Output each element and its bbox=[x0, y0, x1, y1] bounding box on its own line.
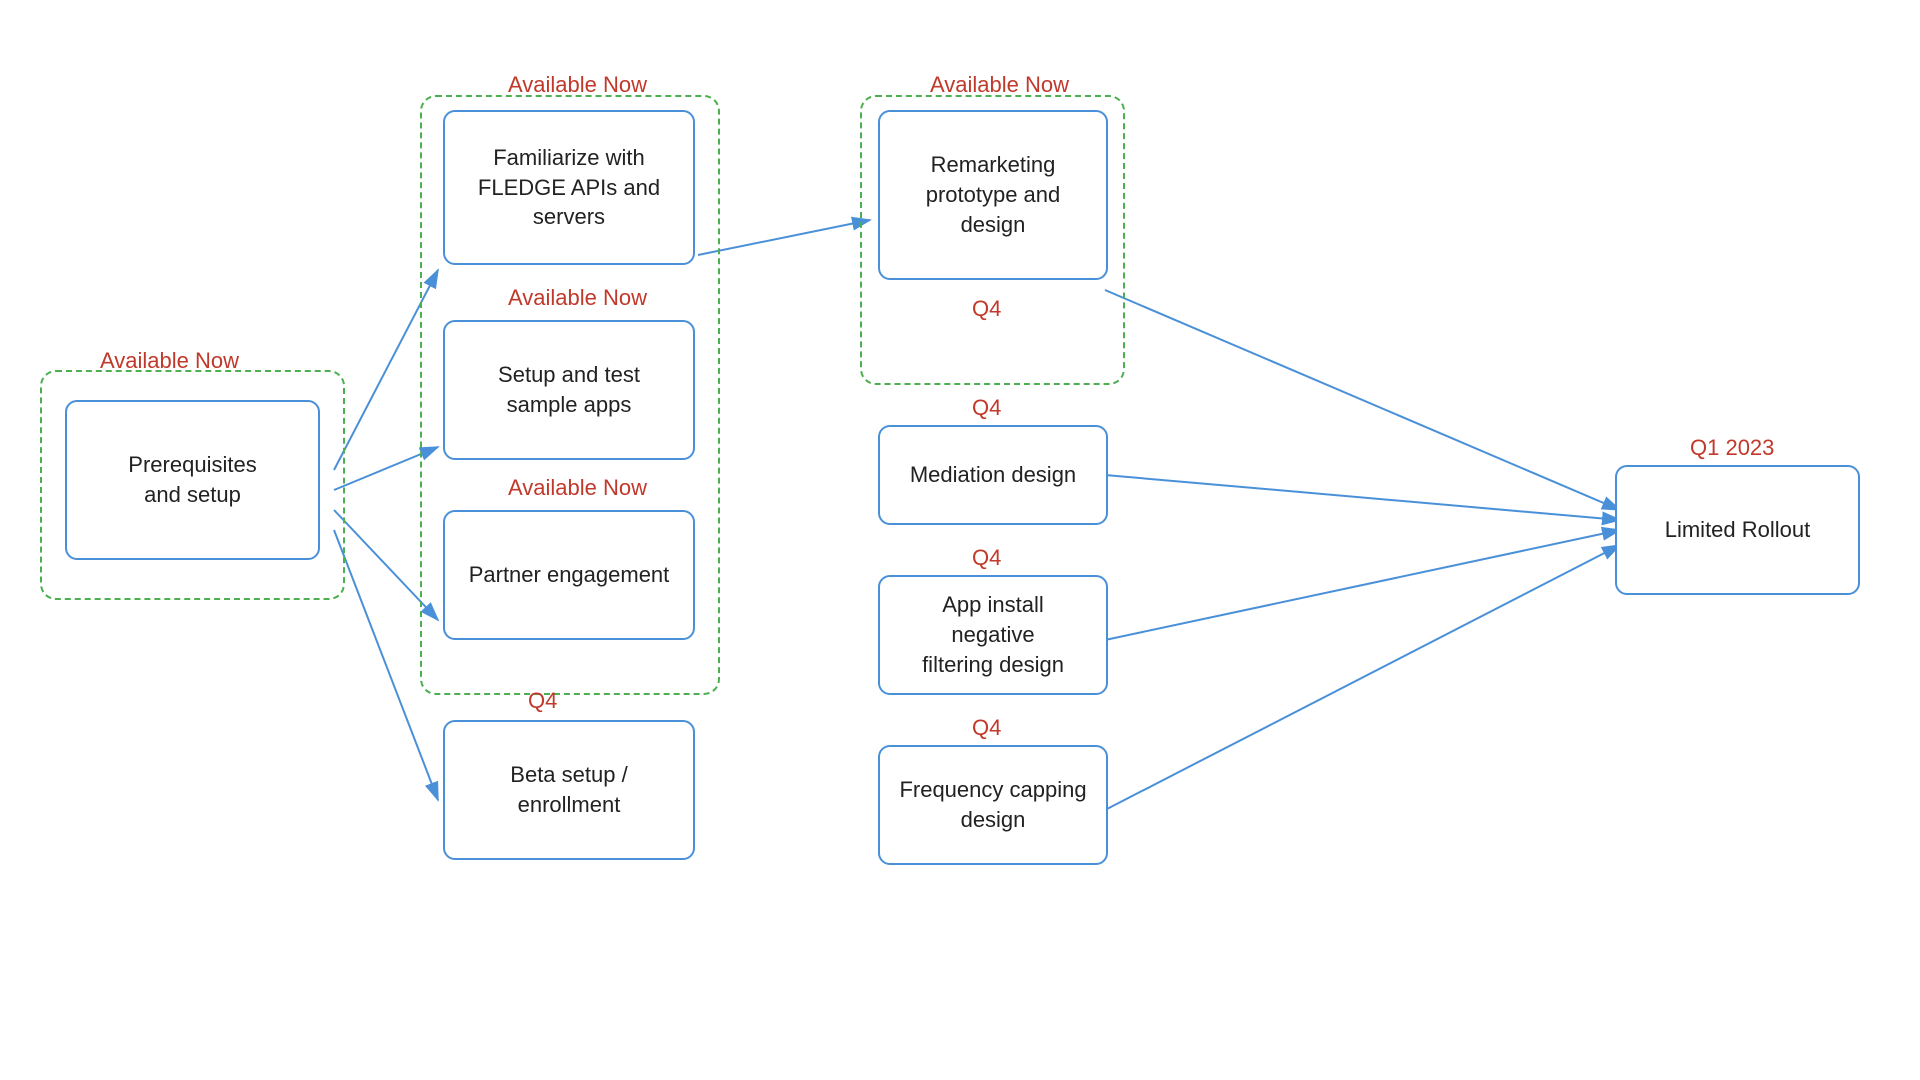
prerequisites-label: Prerequisitesand setup bbox=[128, 450, 256, 509]
limited-rollout-status-label: Q1 2023 bbox=[1690, 435, 1774, 461]
setup-status-label: Available Now bbox=[508, 285, 647, 311]
partner-label: Partner engagement bbox=[469, 560, 670, 590]
remarketing-status-label: Available Now bbox=[930, 72, 1069, 98]
beta-setup-label: Beta setup /enrollment bbox=[510, 760, 627, 819]
frequency-label: Frequency cappingdesign bbox=[899, 775, 1086, 834]
appinstall-q4-label: Q4 bbox=[972, 545, 1001, 571]
familiarize-label: Familiarize withFLEDGE APIs andservers bbox=[478, 143, 660, 232]
prerequisites-status-label: Available Now bbox=[100, 348, 239, 374]
mediation-node: Mediation design bbox=[878, 425, 1108, 525]
app-install-label: App install negativefiltering design bbox=[898, 590, 1088, 679]
limited-rollout-node: Limited Rollout bbox=[1615, 465, 1860, 595]
familiarize-node: Familiarize withFLEDGE APIs andservers bbox=[443, 110, 695, 265]
setup-test-label: Setup and testsample apps bbox=[498, 360, 640, 419]
familiarize-status-label: Available Now bbox=[508, 72, 647, 98]
remarketing-q4-label: Q4 bbox=[972, 296, 1001, 322]
partner-node: Partner engagement bbox=[443, 510, 695, 640]
frequency-q4-label: Q4 bbox=[972, 715, 1001, 741]
mediation-q4-label: Q4 bbox=[972, 395, 1001, 421]
diagram: Available Now Prerequisitesand setup Ava… bbox=[0, 0, 1920, 1080]
frequency-node: Frequency cappingdesign bbox=[878, 745, 1108, 865]
limited-rollout-label: Limited Rollout bbox=[1665, 515, 1811, 545]
remarketing-label: Remarketingprototype anddesign bbox=[926, 150, 1061, 239]
remarketing-node: Remarketingprototype anddesign bbox=[878, 110, 1108, 280]
mediation-label: Mediation design bbox=[910, 460, 1076, 490]
beta-setup-node: Beta setup /enrollment bbox=[443, 720, 695, 860]
app-install-node: App install negativefiltering design bbox=[878, 575, 1108, 695]
beta-status-label: Q4 bbox=[528, 688, 557, 714]
partner-status-label: Available Now bbox=[508, 475, 647, 501]
setup-test-node: Setup and testsample apps bbox=[443, 320, 695, 460]
prerequisites-node: Prerequisitesand setup bbox=[65, 400, 320, 560]
